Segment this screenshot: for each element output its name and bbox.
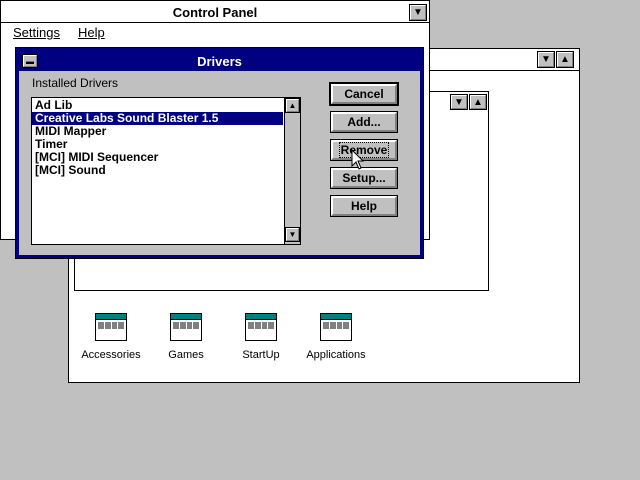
setup-button[interactable]: Setup...	[330, 167, 398, 189]
cancel-button[interactable]: Cancel	[329, 82, 399, 106]
menu-settings[interactable]: Settings	[13, 25, 60, 43]
dialog-title: Drivers	[197, 53, 242, 69]
group-label: StartUp	[242, 349, 280, 361]
dialog-titlebar[interactable]: Drivers	[19, 51, 420, 71]
mouse-cursor-icon	[351, 149, 365, 170]
add-button[interactable]: Add...	[330, 111, 398, 133]
control-panel-minimize-button[interactable]: ▼	[409, 4, 427, 21]
add-label: Add...	[347, 115, 381, 129]
system-menu-button[interactable]: ▬	[22, 54, 38, 68]
listbox-scrollbar[interactable]: ▲ ▼	[284, 98, 300, 244]
program-group-icon	[95, 313, 127, 341]
installed-drivers-label: Installed Drivers	[32, 76, 119, 90]
group-icon-startup[interactable]: StartUp	[221, 313, 301, 363]
group-label: Games	[168, 349, 204, 361]
group-maximize-button[interactable]: ▲	[469, 94, 487, 110]
help-button[interactable]: Help	[330, 195, 398, 217]
scroll-down-arrow[interactable]: ▼	[285, 227, 300, 242]
program-group-icon	[320, 313, 352, 341]
driver-list-items: Ad Lib Creative Labs Sound Blaster 1.5 M…	[32, 99, 283, 177]
group-label: Accessories	[81, 349, 141, 361]
group-minimize-button[interactable]: ▼	[450, 94, 468, 110]
group-label: Applications	[306, 349, 366, 361]
cancel-label: Cancel	[344, 87, 384, 101]
drivers-listbox[interactable]: Ad Lib Creative Labs Sound Blaster 1.5 M…	[31, 97, 301, 245]
maximize-button[interactable]: ▲	[556, 51, 574, 68]
group-icon-games[interactable]: Games	[146, 313, 226, 363]
program-group-icon	[170, 313, 202, 341]
setup-label: Setup...	[342, 171, 386, 185]
help-label: Help	[350, 199, 377, 213]
scroll-up-arrow[interactable]: ▲	[285, 98, 300, 113]
group-icon-accessories[interactable]: Accessories	[71, 313, 151, 363]
list-item-mci-sound[interactable]: [MCI] Sound	[32, 164, 283, 177]
menu-help[interactable]: Help	[78, 25, 105, 43]
menu-bar: Settings Help	[3, 25, 423, 43]
program-group-icon	[245, 313, 277, 341]
minimize-button[interactable]: ▼	[537, 51, 555, 68]
list-item-midi-mapper[interactable]: MIDI Mapper	[32, 125, 283, 138]
control-panel-titlebar[interactable]: Control Panel	[1, 3, 429, 23]
group-icon-applications[interactable]: Applications	[296, 313, 376, 363]
window-title: Control Panel	[172, 5, 258, 20]
